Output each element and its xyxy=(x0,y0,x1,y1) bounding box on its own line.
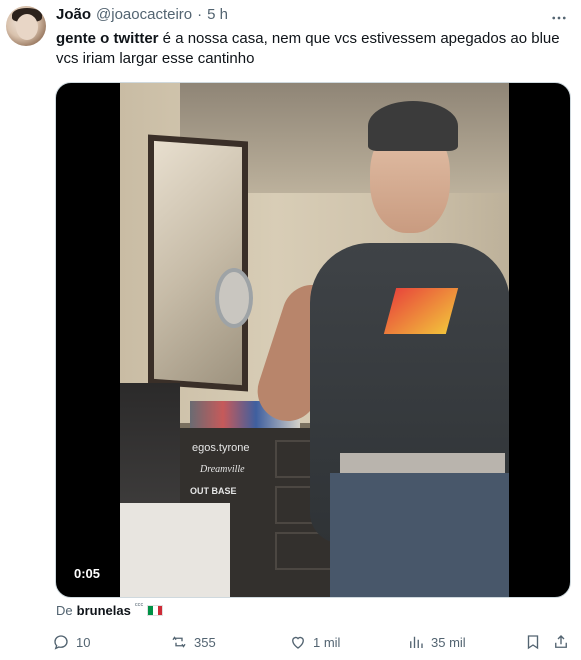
video-player[interactable]: egos.tyrone Dreamville OUT BASE xyxy=(55,82,571,598)
attribution-superscript: ᶜᶜᶜ xyxy=(134,601,144,610)
italy-flag-icon xyxy=(147,605,164,616)
video-shirt-logo xyxy=(383,288,459,334)
reply-icon xyxy=(54,635,68,650)
attribution-prefix: De xyxy=(56,603,73,618)
dresser-label-3: OUT BASE xyxy=(190,486,237,496)
author-handle[interactable]: @joaocacteiro xyxy=(96,6,192,23)
heart-icon xyxy=(292,636,304,649)
reply-count: 10 xyxy=(76,634,91,650)
like-button[interactable]: 1 mil xyxy=(289,630,340,654)
post-time[interactable]: 5 h xyxy=(207,6,228,23)
video-lamp xyxy=(215,268,253,328)
like-count: 1 mil xyxy=(313,634,341,650)
action-bar: 10 355 1 mil 35 mil xyxy=(52,630,572,654)
avatar-face xyxy=(16,14,38,40)
bookmark-button[interactable] xyxy=(524,630,542,654)
video-person-cap xyxy=(368,101,458,151)
share-icon xyxy=(555,635,567,648)
reply-button[interactable]: 10 xyxy=(52,630,90,654)
separator-dot: · xyxy=(197,6,203,23)
attribution-user[interactable]: brunelas xyxy=(77,603,131,618)
author-name[interactable]: João xyxy=(56,6,91,23)
analytics-icon xyxy=(410,636,423,648)
tweet-header: João @joaocacteiro · 5 h xyxy=(56,6,228,23)
dresser-label-2: Dreamville xyxy=(200,464,245,475)
video-person-jeans xyxy=(330,473,509,597)
views-button[interactable]: 35 mil xyxy=(407,630,466,654)
flag-stripe-red xyxy=(157,606,163,615)
video-person-belt xyxy=(340,453,505,473)
bookmark-icon xyxy=(527,635,539,650)
video-duration: 0:05 xyxy=(74,566,101,581)
video-frame[interactable]: egos.tyrone Dreamville OUT BASE xyxy=(120,83,509,597)
tweet-text-bold: gente o twitter xyxy=(56,30,159,47)
share-button[interactable] xyxy=(552,630,570,654)
avatar[interactable] xyxy=(6,6,46,46)
repost-button[interactable]: 355 xyxy=(170,630,216,654)
more-options-button[interactable] xyxy=(549,8,569,28)
dresser-label-1: egos.tyrone xyxy=(192,442,250,454)
tweet-text: gente o twitter é a nossa casa, nem que … xyxy=(56,29,571,69)
video-table xyxy=(120,503,230,597)
video-mirror xyxy=(148,134,248,392)
views-count: 35 mil xyxy=(431,634,466,650)
video-attribution: De brunelas ᶜᶜᶜ xyxy=(56,601,164,618)
repost-count: 355 xyxy=(194,634,216,650)
more-horizontal-icon xyxy=(552,16,566,20)
repost-icon xyxy=(172,636,186,648)
